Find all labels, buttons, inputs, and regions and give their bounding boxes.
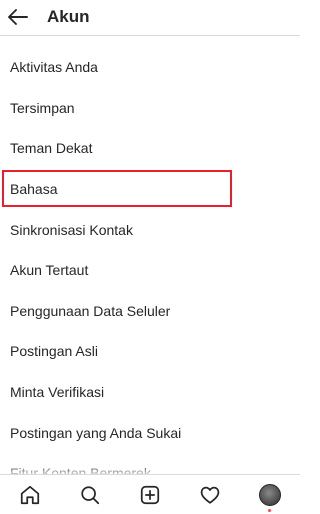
menu-item-postingan-disukai[interactable]: Postingan yang Anda Sukai xyxy=(0,412,300,453)
nav-home-button[interactable] xyxy=(10,477,50,513)
arrow-left-icon xyxy=(8,9,28,25)
nav-search-button[interactable] xyxy=(70,477,110,513)
top-app-bar: Akun xyxy=(0,0,300,36)
search-icon xyxy=(81,485,100,504)
nav-activity-button[interactable] xyxy=(190,477,230,513)
menu-item-aktivitas-anda[interactable]: Aktivitas Anda xyxy=(0,47,300,88)
menu-item-akun-tertaut[interactable]: Akun Tertaut xyxy=(0,250,300,291)
menu-item-minta-verifikasi[interactable]: Minta Verifikasi xyxy=(0,372,300,413)
back-button[interactable] xyxy=(4,3,32,31)
account-settings-screen: Akun Aktivitas Anda Tersimpan Teman Deka… xyxy=(0,0,300,514)
menu-item-teman-dekat[interactable]: Teman Dekat xyxy=(0,128,300,169)
menu-item-sinkronisasi-kontak[interactable]: Sinkronisasi Kontak xyxy=(0,209,300,250)
add-post-icon xyxy=(140,485,160,504)
notification-dot xyxy=(268,508,271,512)
account-menu-list: Aktivitas Anda Tersimpan Teman Dekat Bah… xyxy=(0,47,300,494)
nav-profile-button[interactable] xyxy=(250,477,290,513)
bottom-navigation-bar xyxy=(0,474,300,514)
menu-item-postingan-asli[interactable]: Postingan Asli xyxy=(0,331,300,372)
menu-item-penggunaan-data-seluler[interactable]: Penggunaan Data Seluler xyxy=(0,291,300,332)
menu-item-tersimpan[interactable]: Tersimpan xyxy=(0,88,300,129)
profile-avatar xyxy=(259,483,281,506)
home-icon xyxy=(20,485,40,504)
menu-item-bahasa[interactable]: Bahasa xyxy=(0,169,300,210)
page-title: Akun xyxy=(47,7,90,26)
nav-create-button[interactable] xyxy=(130,477,170,513)
heart-icon xyxy=(200,486,220,504)
